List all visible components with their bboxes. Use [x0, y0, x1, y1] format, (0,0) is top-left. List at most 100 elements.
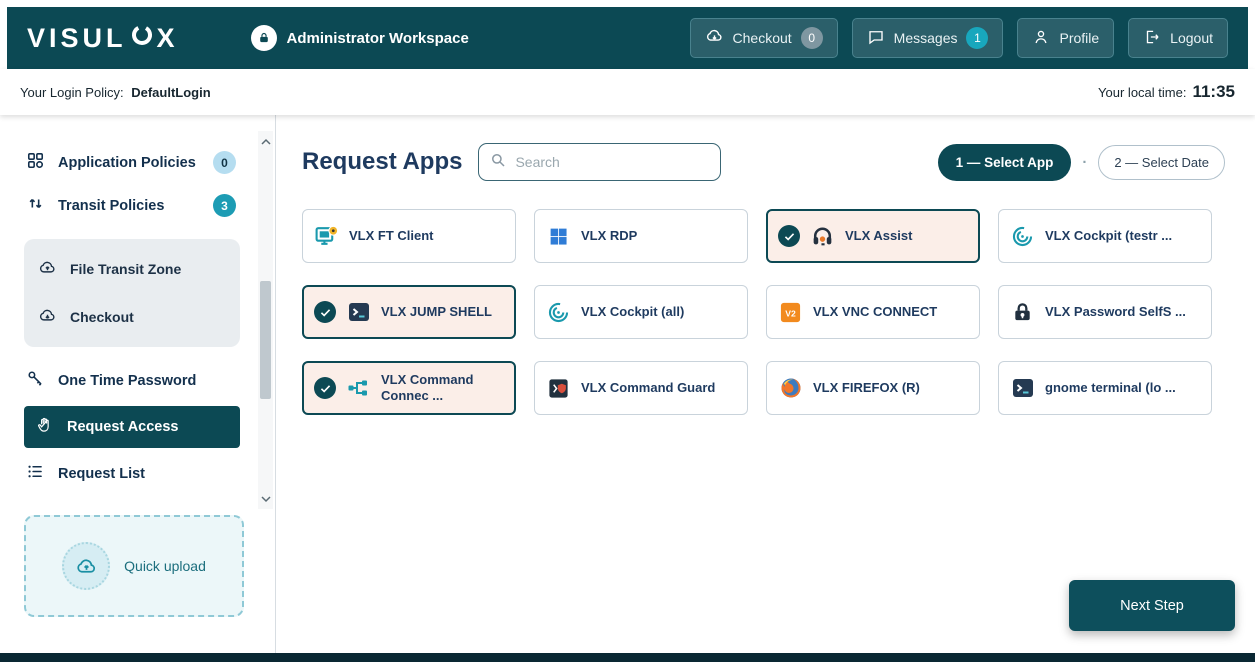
cockpit-icon: [545, 299, 572, 326]
cloud-download-icon: [705, 27, 724, 49]
login-policy-value: DefaultLogin: [131, 85, 210, 100]
visulox-logo[interactable]: VISUL X: [27, 23, 179, 54]
app-label: VLX Password SelfS ...: [1045, 304, 1186, 320]
connector-icon: [345, 375, 372, 402]
checkout-badge: 0: [801, 27, 823, 49]
terminal-icon: [345, 299, 372, 326]
sidebar-item-label: Transit Policies: [58, 198, 164, 214]
logout-button-label: Logout: [1170, 30, 1213, 46]
windows-icon: [545, 223, 572, 250]
sidebar-item-label: Request List: [58, 466, 145, 482]
content: Application Policies 0 Transit Policies …: [0, 115, 1255, 653]
step-separator: ·: [1082, 154, 1087, 171]
sidebar-group-transit: File Transit Zone Checkout: [24, 239, 240, 347]
step-select-app[interactable]: 1 — Select App: [938, 144, 1072, 181]
guard-icon: [545, 375, 572, 402]
app-label: VLX FIREFOX (R): [813, 380, 920, 396]
sidebar-item-label: Application Policies: [58, 155, 196, 171]
app-label: VLX Command Connec ...: [381, 372, 504, 405]
header-actions: Checkout 0 Messages 1 Profile Logout: [690, 18, 1228, 58]
app-label: VLX JUMP SHELL: [381, 304, 492, 320]
person-icon: [1032, 28, 1050, 49]
step-select-date[interactable]: 2 — Select Date: [1098, 145, 1225, 180]
vnc-icon: V2: [777, 299, 804, 326]
search-input[interactable]: [515, 154, 710, 170]
login-policy: Your Login Policy: DefaultLogin: [20, 85, 211, 100]
app-label: VLX VNC CONNECT: [813, 304, 937, 320]
messages-button-label: Messages: [894, 30, 958, 46]
app-label: VLX FT Client: [349, 228, 434, 244]
transit-arrows-icon: [26, 194, 45, 217]
next-step-button[interactable]: Next Step: [1069, 580, 1235, 631]
scroll-down-icon[interactable]: [261, 491, 271, 507]
local-time-value: 11:35: [1192, 82, 1235, 102]
app-label: VLX Command Guard: [581, 380, 715, 396]
quick-upload-dropzone[interactable]: Quick upload: [24, 515, 244, 617]
bottom-bar: [0, 653, 1255, 662]
app-label: VLX RDP: [581, 228, 637, 244]
main-panel: Request Apps 1 — Select App · 2 — Select…: [276, 115, 1255, 653]
sidebar-item-transit-policies[interactable]: Transit Policies 3: [24, 184, 238, 227]
profile-button-label: Profile: [1059, 30, 1099, 46]
app-card[interactable]: gnome terminal (lo ...: [998, 361, 1212, 415]
workspace-title: Administrator Workspace: [287, 30, 469, 47]
app-label: VLX Cockpit (testr ...: [1045, 228, 1172, 244]
chat-icon: [867, 28, 885, 49]
messages-badge: 1: [966, 27, 988, 49]
app-card[interactable]: VLX JUMP SHELL: [302, 285, 516, 339]
transit-policies-badge: 3: [213, 194, 236, 217]
apps-grid: VLX FT Client VLX RDP VLX Assist VLX Cockpi…: [302, 209, 1225, 415]
app-card[interactable]: VLX Cockpit (all): [534, 285, 748, 339]
svg-text:V2: V2: [785, 308, 796, 318]
cockpit-icon: [1009, 223, 1036, 250]
check-icon: [778, 225, 800, 247]
app-label: gnome terminal (lo ...: [1045, 380, 1176, 396]
app-card[interactable]: VLX RDP: [534, 209, 748, 263]
local-time-label: Your local time:: [1098, 85, 1186, 100]
sidebar-item-label: Request Access: [67, 419, 179, 435]
checkout-button[interactable]: Checkout 0: [690, 18, 838, 58]
main-top: Request Apps 1 — Select App · 2 — Select…: [302, 143, 1225, 181]
workspace-title-group: Administrator Workspace: [251, 25, 469, 51]
app-card[interactable]: VLX Password SelfS ...: [998, 285, 1212, 339]
check-icon: [314, 377, 336, 399]
key-icon: [26, 369, 45, 392]
sidebar-item-one-time-password[interactable]: One Time Password: [24, 359, 238, 402]
sidebar-item-request-list[interactable]: Request List: [24, 452, 238, 495]
app-card[interactable]: V2 VLX VNC CONNECT: [766, 285, 980, 339]
cloud-upload-circle-icon: [62, 542, 110, 590]
local-time: Your local time: 11:35: [1098, 82, 1235, 102]
sidebar-scrollbar[interactable]: [258, 131, 273, 509]
sidebar-item-label: One Time Password: [58, 373, 196, 389]
logo-ring-icon: [129, 23, 155, 54]
app-card[interactable]: VLX FT Client: [302, 209, 516, 263]
sidebar-item-request-access[interactable]: Request Access: [24, 406, 240, 448]
logo-text-left: VISUL: [27, 23, 127, 54]
sidebar-item-checkout[interactable]: Checkout: [24, 293, 240, 341]
check-icon: [314, 301, 336, 323]
cloud-upload-icon: [38, 258, 57, 280]
scrollbar-thumb[interactable]: [260, 281, 271, 399]
search-box[interactable]: [478, 143, 721, 181]
scroll-up-icon[interactable]: [261, 133, 271, 149]
subheader: Your Login Policy: DefaultLogin Your loc…: [0, 69, 1255, 115]
app-card[interactable]: VLX FIREFOX (R): [766, 361, 980, 415]
sidebar-item-label: File Transit Zone: [70, 261, 181, 277]
sidebar-item-file-transit-zone[interactable]: File Transit Zone: [24, 245, 240, 293]
app-policies-badge: 0: [213, 151, 236, 174]
sidebar: Application Policies 0 Transit Policies …: [0, 115, 276, 653]
profile-button[interactable]: Profile: [1017, 18, 1114, 58]
logout-button[interactable]: Logout: [1128, 18, 1228, 58]
app-card[interactable]: VLX Command Connec ...: [302, 361, 516, 415]
sidebar-item-application-policies[interactable]: Application Policies 0: [24, 141, 238, 184]
app-card[interactable]: VLX Cockpit (testr ...: [998, 209, 1212, 263]
messages-button[interactable]: Messages 1: [852, 18, 1004, 58]
app-label: VLX Cockpit (all): [581, 304, 684, 320]
sidebar-item-label: Checkout: [70, 309, 134, 325]
cloud-download-icon: [38, 306, 57, 328]
logout-icon: [1143, 28, 1161, 49]
app-card[interactable]: VLX Assist: [766, 209, 980, 263]
app-label: VLX Assist: [845, 228, 912, 244]
headset-icon: [809, 223, 836, 250]
app-card[interactable]: VLX Command Guard: [534, 361, 748, 415]
